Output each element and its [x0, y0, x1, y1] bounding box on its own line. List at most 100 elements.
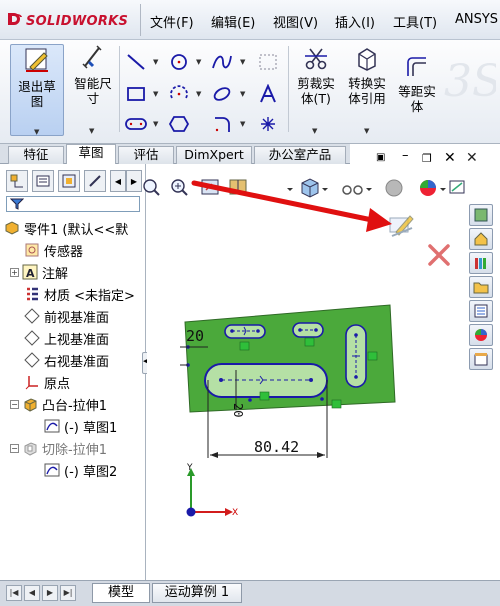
tab-dimxpert[interactable]: DimXpert — [176, 146, 252, 164]
slot-tool[interactable] — [120, 112, 152, 136]
dimxpert-tab[interactable] — [84, 170, 106, 192]
ellipse-tool[interactable] — [206, 82, 238, 106]
solidworks-window: SOLIDWORKS 文件(F) 编辑(E) 视图(V) 插入(I) 工具(T)… — [0, 0, 500, 606]
tab-office-products[interactable]: 办公室产品 — [254, 146, 346, 164]
tree-item-sketch1[interactable]: (-) 草图1 — [44, 416, 117, 436]
dotted-rect-tool[interactable] — [252, 50, 284, 74]
dimension-inner-value: 20 — [231, 403, 245, 417]
scroll-left-button[interactable]: ◀ — [110, 170, 126, 192]
chevron-down-icon[interactable]: ▼ — [34, 125, 39, 140]
construction-rect-icon — [259, 54, 277, 70]
tree-item-label: 原点 — [44, 376, 71, 392]
text-icon — [260, 84, 276, 103]
menu-separator — [140, 4, 141, 36]
text-tool[interactable] — [252, 82, 284, 106]
tree-item-label: 凸台-拉伸1 — [42, 398, 107, 414]
tree-item-front-plane[interactable]: 前视基准面 — [24, 306, 109, 326]
circle-tool[interactable] — [163, 50, 195, 74]
last-tab-button[interactable]: ▶| — [60, 585, 76, 601]
menu-file[interactable]: 文件(F) — [150, 12, 194, 31]
convert-entities-button[interactable]: 转换实 体引用 ▼ — [344, 46, 390, 136]
prev-tab-button[interactable]: ◀ — [24, 585, 40, 601]
collapse-icon[interactable]: − — [10, 443, 19, 453]
extrude-icon — [22, 396, 38, 412]
fillet-tool[interactable] — [206, 112, 238, 136]
tab-evaluate[interactable]: 评估 — [118, 146, 174, 164]
smart-dimension-button[interactable]: 智能尺 寸 ▼ — [68, 44, 118, 136]
tree-item-sketch2[interactable]: (-) 草图2 — [44, 460, 117, 480]
tree-item-right-plane[interactable]: 右视基准面 — [24, 350, 109, 370]
chevron-down-icon[interactable]: ▼ — [240, 120, 245, 128]
offset-entities-label: 等距实 体 — [398, 84, 436, 114]
svg-text:A: A — [26, 267, 35, 280]
watermark-text: 3S — [444, 56, 496, 107]
tab-model[interactable]: 模型 — [92, 583, 150, 603]
scissors-icon — [292, 46, 340, 75]
tree-item-origin[interactable]: 原点 — [24, 372, 70, 392]
scroll-right-button[interactable]: ▶ — [126, 170, 142, 192]
rectangle-tool[interactable] — [120, 82, 152, 106]
tree-item-cut-extrude[interactable]: − 切除-拉伸1 — [10, 438, 107, 458]
origin-triad: Y X — [186, 463, 238, 518]
tree-item-top-plane[interactable]: 上视基准面 — [24, 328, 109, 348]
tab-motion-study[interactable]: 运动算例 1 — [152, 583, 242, 603]
trim-entities-button[interactable]: 剪裁实 体(T) ▼ — [292, 46, 340, 136]
chevron-down-icon[interactable]: ▼ — [196, 90, 201, 98]
sensor-icon — [24, 242, 40, 258]
point-tool[interactable] — [252, 112, 284, 136]
chevron-down-icon[interactable]: ▼ — [153, 120, 158, 128]
menu-ansys[interactable]: ANSYS — [455, 12, 498, 27]
point-icon — [261, 117, 275, 131]
menu-tools[interactable]: 工具(T) — [393, 12, 437, 31]
chevron-down-icon[interactable]: ▼ — [153, 58, 158, 66]
polygon-tool[interactable] — [163, 112, 195, 136]
expand-icon[interactable]: + — [10, 267, 19, 277]
tree-item-material[interactable]: 材质 <未指定> — [24, 284, 135, 304]
chevron-left-icon: ◀ — [114, 176, 122, 186]
small-slot-top-right[interactable] — [292, 322, 324, 338]
tree-item-part[interactable]: 零件1 (默认<<默 — [4, 218, 128, 238]
tree-item-label: 零件1 (默认<<默 — [24, 222, 129, 238]
tree-item-sensors[interactable]: 传感器 — [24, 240, 83, 260]
circle-icon — [171, 54, 187, 70]
spline-tool[interactable] — [206, 50, 238, 74]
material-icon — [24, 286, 40, 302]
chevron-down-icon[interactable]: ▼ — [196, 58, 201, 66]
chevron-down-icon[interactable]: ▼ — [312, 124, 317, 139]
chevron-down-icon[interactable]: ▼ — [240, 58, 245, 66]
property-manager-tab[interactable] — [32, 170, 54, 192]
line-tool[interactable] — [120, 50, 152, 74]
first-tab-button[interactable]: |◀ — [6, 585, 22, 601]
axis-y-label: Y — [186, 463, 193, 473]
feature-tree-tab[interactable] — [6, 170, 28, 192]
solidworks-logo[interactable]: SOLIDWORKS — [6, 10, 128, 32]
plane-icon — [24, 330, 40, 346]
collapse-icon[interactable]: − — [10, 399, 19, 409]
tab-sketch[interactable]: 草图 — [66, 144, 116, 164]
offset-entities-icon — [394, 54, 440, 83]
sketch-canvas[interactable]: 20 20 80.42 Y X — [147, 164, 500, 580]
tree-item-label: 上视基准面 — [44, 332, 110, 348]
tree-item-boss-extrude[interactable]: − 凸台-拉伸1 — [10, 394, 107, 414]
offset-entities-button[interactable]: 等距实 体 — [394, 54, 440, 136]
minimize-icon[interactable]: – — [402, 148, 409, 163]
arc-tool[interactable] — [163, 82, 195, 106]
chevron-left-icon: ◀ — [28, 588, 36, 597]
vertical-slot[interactable] — [345, 324, 367, 388]
chevron-down-icon[interactable]: ▼ — [364, 124, 369, 139]
chevron-down-icon[interactable]: ▼ — [153, 90, 158, 98]
restore-icon[interactable]: ▣ — [376, 152, 385, 163]
small-slot-top-left[interactable] — [224, 324, 266, 339]
menu-insert[interactable]: 插入(I) — [335, 12, 375, 31]
menu-edit[interactable]: 编辑(E) — [211, 12, 255, 31]
tree-item-annotations[interactable]: + A 注解 — [10, 262, 68, 282]
exit-sketch-button[interactable]: 退出草 图 ▼ — [10, 44, 64, 136]
chevron-down-icon[interactable]: ▼ — [240, 90, 245, 98]
first-icon: |◀ — [9, 588, 19, 597]
configuration-tab[interactable] — [58, 170, 80, 192]
tab-features[interactable]: 特征 — [8, 146, 64, 164]
next-tab-button[interactable]: ▶ — [42, 585, 58, 601]
chevron-down-icon[interactable]: ▼ — [89, 124, 94, 139]
tree-filter[interactable] — [6, 196, 140, 212]
menu-view[interactable]: 视图(V) — [273, 12, 318, 31]
